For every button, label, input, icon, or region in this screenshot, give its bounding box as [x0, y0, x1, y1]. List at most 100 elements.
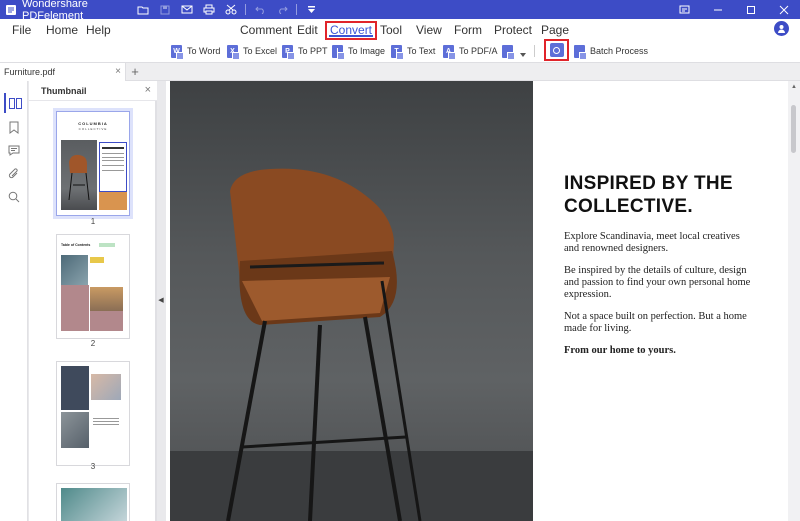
document-paragraph-1: Explore Scandinavia, meet local creative… — [564, 231, 740, 254]
to-pdfa-button[interactable]: A To PDF/A — [443, 43, 498, 60]
to-ppt-label: To PPT — [298, 46, 328, 56]
page1-photo — [61, 140, 97, 210]
word-icon: W — [171, 44, 184, 60]
window-controls — [668, 0, 800, 19]
thumbnail-scrollbar[interactable] — [155, 101, 157, 521]
ocr-button[interactable] — [544, 39, 569, 61]
document-paragraph-2: Be inspired by the details of culture, d… — [564, 265, 751, 300]
to-word-label: To Word — [187, 46, 221, 56]
document-tab[interactable]: Furniture.pdf × — [0, 63, 126, 81]
batch-process-icon — [574, 44, 587, 60]
tab-convert[interactable]: Convert — [325, 21, 378, 40]
user-icon[interactable] — [774, 21, 789, 36]
to-text-button[interactable]: T To Text — [391, 43, 436, 60]
tab-page[interactable]: Page — [541, 23, 569, 37]
document-tab-strip: Furniture.pdf × + — [0, 62, 800, 81]
to-pdfa-label: To PDF/A — [459, 46, 498, 56]
tab-edit[interactable]: Edit — [297, 23, 318, 37]
to-excel-button[interactable]: X To Excel — [227, 43, 277, 60]
convert-ribbon: W To Word X To Excel P To PPT I To Image… — [0, 40, 800, 62]
page-number-3: 3 — [90, 462, 96, 471]
maximize-icon[interactable] — [734, 0, 767, 19]
page-thumbnail-4[interactable] — [56, 483, 130, 521]
page3-image-1 — [61, 366, 89, 410]
tab-tool[interactable]: Tool — [380, 23, 402, 37]
redo-icon[interactable] — [271, 0, 293, 19]
scroll-up-arrow[interactable]: ▲ — [790, 83, 798, 91]
page3-image-3 — [61, 412, 89, 448]
more-formats-glyph — [502, 44, 515, 60]
page2-image-5 — [90, 311, 123, 331]
email-icon[interactable] — [176, 0, 198, 19]
document-closing: From our home to yours. — [564, 345, 676, 356]
search-icon[interactable] — [4, 187, 24, 207]
document-paragraph-3: Not a space built on perfection. But a h… — [564, 311, 747, 334]
document-view: INSPIRED BY THE COLLECTIVE. Explore Scan… — [166, 81, 788, 521]
page-thumbnail-3[interactable] — [56, 361, 130, 466]
page2-image-1 — [61, 255, 88, 285]
more-formats-icon[interactable] — [502, 43, 526, 60]
save-icon[interactable] — [154, 0, 176, 19]
page1-heading: COLUMBIA — [78, 121, 108, 126]
ppt-icon: P — [282, 44, 295, 60]
page2-image-4 — [90, 287, 123, 311]
page1-subheading: COLLECTIVE — [78, 127, 108, 131]
close-panel-icon[interactable]: × — [145, 84, 151, 96]
menu-help[interactable]: Help — [86, 23, 111, 37]
close-icon[interactable] — [767, 0, 800, 19]
comment-icon[interactable] — [4, 140, 24, 160]
tab-protect[interactable]: Protect — [494, 23, 532, 37]
close-tab-icon[interactable]: × — [115, 66, 121, 77]
chair-illustration — [226, 168, 422, 521]
customize-dropdown-icon[interactable] — [300, 0, 322, 19]
pdfa-icon: A — [443, 44, 456, 60]
menu-home[interactable]: Home — [46, 23, 78, 37]
page-thumbnail-1[interactable]: COLUMBIA COLLECTIVE — [56, 111, 130, 216]
ribbon-separator — [534, 45, 535, 57]
attachment-icon[interactable] — [4, 164, 24, 184]
to-word-button[interactable]: W To Word — [171, 43, 221, 60]
tab-view[interactable]: View — [416, 23, 442, 37]
to-image-label: To Image — [348, 46, 386, 56]
page3-image-2 — [91, 374, 121, 400]
print-icon[interactable] — [198, 0, 220, 19]
document-headline: INSPIRED BY THE COLLECTIVE. — [564, 173, 733, 217]
page-number-2: 2 — [90, 339, 96, 348]
tab-form[interactable]: Form — [454, 23, 482, 37]
title-bar: Wondershare PDFelement — [0, 0, 800, 22]
batch-process-button[interactable]: Batch Process — [574, 43, 649, 60]
cut-icon[interactable] — [220, 0, 242, 19]
toolbar-separator — [296, 4, 297, 15]
to-ppt-button[interactable]: P To PPT — [282, 43, 328, 60]
minimize-icon[interactable] — [701, 0, 734, 19]
scrollbar-thumb[interactable] — [791, 105, 796, 153]
feedback-icon[interactable] — [668, 0, 701, 19]
page3-text — [93, 416, 119, 446]
ocr-icon — [549, 43, 564, 57]
page-thumbnail-2[interactable]: Table of Contents — [56, 234, 130, 339]
page4-image — [61, 488, 127, 521]
new-tab-icon[interactable]: + — [128, 64, 142, 79]
folder-icon[interactable] — [132, 0, 154, 19]
document-scrollbar[interactable]: ▲ — [788, 81, 800, 521]
left-icon-rail — [0, 81, 28, 521]
image-icon: I — [332, 44, 345, 60]
undo-icon[interactable] — [249, 0, 271, 19]
page1-text-block — [99, 142, 127, 192]
panel-divider — [29, 100, 157, 101]
app-logo-icon — [4, 3, 18, 17]
menu-file[interactable]: File — [12, 23, 31, 37]
to-text-label: To Text — [407, 46, 436, 56]
text-icon: T — [391, 44, 404, 60]
document-tab-name: Furniture.pdf — [4, 67, 56, 77]
page2-image-2 — [90, 257, 104, 263]
thumbnail-icon[interactable] — [4, 93, 24, 113]
page2-badge — [99, 243, 115, 247]
excel-icon: X — [227, 44, 240, 60]
collapse-panel-handle[interactable]: ◀ — [158, 296, 164, 306]
batch-process-label: Batch Process — [590, 46, 649, 56]
to-image-button[interactable]: I To Image — [332, 43, 386, 60]
bookmark-icon[interactable] — [4, 117, 24, 137]
thumbnail-panel: Thumbnail × COLUMBIA COLLECTIVE 1 Table … — [29, 81, 157, 521]
tab-comment[interactable]: Comment — [240, 23, 292, 37]
